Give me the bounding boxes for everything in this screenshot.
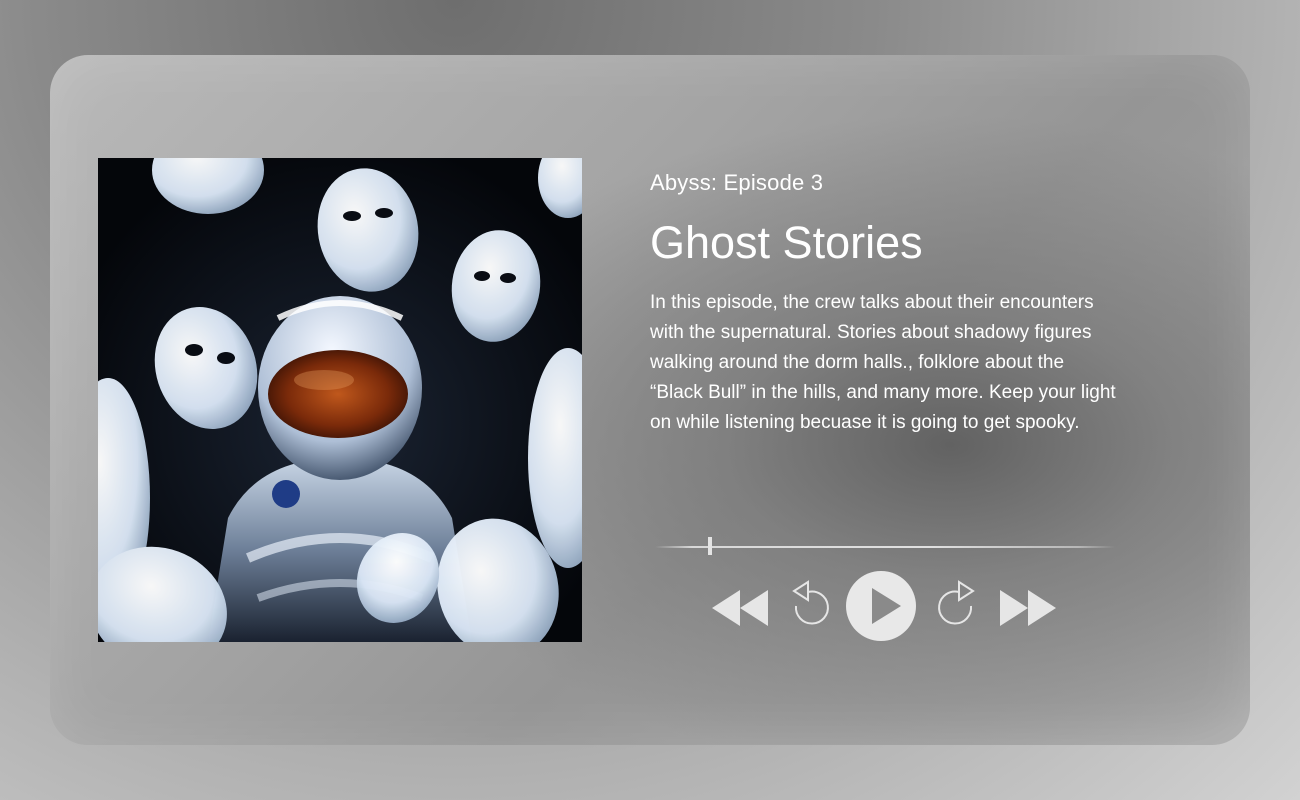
- player-card: Abyss: Episode 3 Ghost Stories In this e…: [50, 55, 1250, 745]
- playback-controls: [710, 570, 1060, 645]
- episode-description: In this episode, the crew talks about th…: [650, 292, 1116, 433]
- progress-handle[interactable]: [708, 537, 713, 555]
- fast-forward-button[interactable]: [998, 588, 1058, 628]
- skip-forward-icon: [938, 580, 975, 625]
- episode-info: Abyss: Episode 3 Ghost Stories In this e…: [650, 168, 1130, 438]
- episode-cover-art: [98, 158, 582, 642]
- replay-button[interactable]: [790, 580, 832, 630]
- skip-forward-button[interactable]: [935, 580, 977, 630]
- episode-title: Ghost Stories: [650, 217, 923, 268]
- rewind-icon: [712, 590, 768, 626]
- replay-icon: [792, 580, 829, 625]
- episode-series-label: Abyss: Episode 3: [650, 170, 824, 195]
- play-icon: [846, 571, 916, 641]
- progress-track[interactable]: [655, 546, 1115, 548]
- fast-forward-icon: [1000, 590, 1056, 626]
- rewind-button[interactable]: [710, 588, 770, 628]
- play-button[interactable]: [845, 570, 917, 642]
- playback-progress-bar[interactable]: [655, 535, 1115, 559]
